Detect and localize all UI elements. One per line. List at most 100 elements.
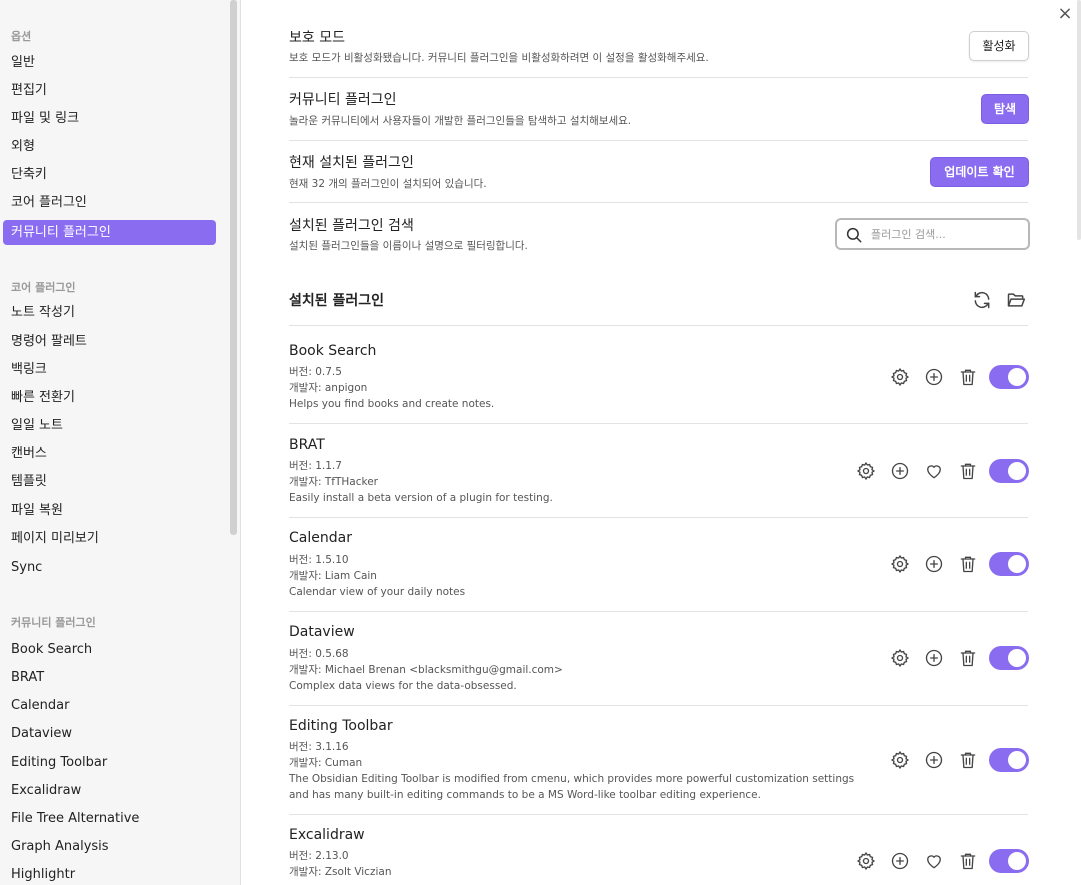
plugin-version: 버전: 1.1.7 (289, 460, 342, 472)
gear-icon[interactable] (890, 554, 910, 574)
plugin-row-brat: BRAT 버전: 1.1.7 개발자: TfTHacker Easily ins… (289, 437, 1028, 518)
plugin-enable-toggle[interactable] (989, 459, 1029, 483)
sidebar-item-command-palette[interactable]: 명령어 팔레트 (3, 329, 216, 354)
sidebar-item-core-plugins[interactable]: 코어 플러그인 (3, 190, 216, 215)
settings-sidebar: 옵션 일반 편집기 파일 및 링크 외형 단축키 코어 플러그인 커뮤니티 플러… (0, 0, 241, 885)
trash-icon[interactable] (958, 461, 978, 481)
sidebar-item-calendar[interactable]: Calendar (3, 693, 216, 718)
gear-icon[interactable] (856, 461, 876, 481)
setting-title: 보호 모드 (289, 30, 345, 46)
plugin-name: Excalidraw (289, 827, 365, 843)
gear-icon[interactable] (890, 367, 910, 387)
setting-title: 현재 설치된 플러그인 (289, 155, 414, 171)
plugin-name: Editing Toolbar (289, 718, 393, 734)
sidebar-item-file-recovery[interactable]: 파일 복원 (3, 498, 216, 523)
sidebar-item-quick-switcher[interactable]: 빠른 전환기 (3, 385, 216, 410)
trash-icon[interactable] (958, 851, 978, 871)
heart-icon[interactable] (924, 851, 944, 871)
sidebar-item-excalidraw[interactable]: Excalidraw (3, 778, 216, 803)
sidebar-item-canvas[interactable]: 캔버스 (3, 441, 216, 466)
browse-plugins-button[interactable]: 탐색 (981, 94, 1029, 124)
safe-mode-enable-button[interactable]: 활성화 (969, 31, 1029, 61)
sidebar-item-community-plugins[interactable]: 커뮤니티 플러그인 (3, 220, 216, 245)
add-hotkey-icon[interactable] (924, 750, 944, 770)
sidebar-item-graph-analysis[interactable]: Graph Analysis (3, 834, 216, 859)
add-hotkey-icon[interactable] (890, 461, 910, 481)
plugin-description: Helps you find books and create notes. (289, 398, 495, 410)
plugin-enable-toggle[interactable] (989, 552, 1029, 576)
plugin-enable-toggle[interactable] (989, 748, 1029, 772)
sidebar-item-templates[interactable]: 템플릿 (3, 469, 216, 494)
plugin-version: 버전: 0.5.68 (289, 648, 349, 660)
plugin-name: Calendar (289, 530, 352, 546)
folder-open-icon[interactable] (1006, 290, 1026, 310)
plugin-row-editing-toolbar: Editing Toolbar 버전: 3.1.16 개발자: Cuman Th… (289, 718, 1028, 815)
plugin-version: 버전: 1.5.10 (289, 554, 349, 566)
sidebar-item-file-tree-alternative[interactable]: File Tree Alternative (3, 806, 216, 831)
trash-icon[interactable] (958, 367, 978, 387)
add-hotkey-icon[interactable] (924, 648, 944, 668)
main-scrollbar[interactable] (1077, 0, 1081, 240)
plugin-author: 개발자: Zsolt Viczian (289, 866, 392, 878)
plugin-description-line-2: and has many built-in editing commands t… (289, 789, 761, 801)
sidebar-scrollbar[interactable] (230, 0, 237, 535)
trash-icon[interactable] (958, 554, 978, 574)
gear-icon[interactable] (890, 750, 910, 770)
setting-desc: 현재 32 개의 플러그인이 설치되어 있습니다. (289, 178, 487, 190)
plugin-author: 개발자: Liam Cain (289, 570, 377, 582)
refresh-icon[interactable] (972, 290, 992, 310)
installed-plugins-heading: 설치된 플러그인 (289, 293, 385, 309)
search-input[interactable] (871, 225, 1021, 243)
setting-title: 커뮤니티 플러그인 (289, 92, 397, 108)
gear-icon[interactable] (856, 851, 876, 871)
sidebar-item-general[interactable]: 일반 (3, 50, 216, 75)
plugin-search-box[interactable] (835, 218, 1030, 250)
plugin-description: Easily install a beta version of a plugi… (289, 492, 553, 504)
sidebar-item-brat[interactable]: BRAT (3, 665, 216, 690)
plugin-name: BRAT (289, 437, 325, 453)
plugin-version: 버전: 2.13.0 (289, 850, 349, 862)
plugin-author: 개발자: anpigon (289, 382, 368, 394)
sidebar-item-appearance[interactable]: 외형 (3, 134, 216, 159)
plugin-name: Dataview (289, 624, 355, 640)
plugin-name: Book Search (289, 343, 377, 359)
trash-icon[interactable] (958, 750, 978, 770)
sidebar-item-editor[interactable]: 편집기 (3, 78, 216, 103)
sidebar-item-dataview[interactable]: Dataview (3, 721, 216, 746)
plugin-author: 개발자: TfTHacker (289, 476, 378, 488)
setting-safe-mode: 보호 모드 보호 모드가 비활성화됐습니다. 커뮤니티 플러그인을 비활성화하려… (289, 24, 1028, 78)
close-icon[interactable]: × (1055, 4, 1075, 24)
check-updates-button[interactable]: 업데이트 확인 (930, 157, 1029, 187)
setting-desc: 설치된 플러그인들을 이름이나 설명으로 필터링합니다. (289, 240, 528, 252)
sidebar-item-highlightr[interactable]: Highlightr (3, 862, 216, 885)
plugin-enable-toggle[interactable] (989, 849, 1029, 873)
trash-icon[interactable] (958, 648, 978, 668)
sidebar-header-community-plugins: 커뮤니티 플러그인 (11, 616, 96, 629)
setting-desc: 보호 모드가 비활성화됐습니다. 커뮤니티 플러그인을 비활성화하려면 이 설정… (289, 52, 709, 64)
setting-desc: 놀라운 커뮤니티에서 사용자들이 개발한 플러그인들을 탐색하고 설치해보세요. (289, 115, 632, 127)
plugin-row-calendar: Calendar 버전: 1.5.10 개발자: Liam Cain Calen… (289, 530, 1028, 612)
plugin-enable-toggle[interactable] (989, 365, 1029, 389)
sidebar-item-editing-toolbar[interactable]: Editing Toolbar (3, 750, 216, 775)
gear-icon[interactable] (890, 648, 910, 668)
sidebar-item-daily-notes[interactable]: 일일 노트 (3, 413, 216, 438)
sidebar-header-options: 옵션 (11, 30, 32, 43)
section-divider (289, 325, 1028, 326)
plugin-description: Complex data views for the data-obsessed… (289, 680, 517, 692)
plugin-author: 개발자: Cuman (289, 757, 363, 769)
sidebar-item-hotkeys[interactable]: 단축키 (3, 162, 216, 187)
add-hotkey-icon[interactable] (890, 851, 910, 871)
add-hotkey-icon[interactable] (924, 367, 944, 387)
sidebar-item-backlinks[interactable]: 백링크 (3, 357, 216, 382)
sidebar-item-book-search[interactable]: Book Search (3, 637, 216, 662)
setting-title: 설치된 플러그인 검색 (289, 218, 414, 234)
sidebar-item-files-links[interactable]: 파일 및 링크 (3, 106, 216, 131)
sidebar-item-page-preview[interactable]: 페이지 미리보기 (3, 526, 216, 551)
sidebar-item-sync[interactable]: Sync (3, 555, 216, 580)
sidebar-item-note-composer[interactable]: 노트 작성기 (3, 300, 216, 325)
heart-icon[interactable] (924, 461, 944, 481)
setting-installed-plugins: 현재 설치된 플러그인 현재 32 개의 플러그인이 설치되어 있습니다. (289, 150, 1028, 203)
add-hotkey-icon[interactable] (924, 554, 944, 574)
plugin-version: 버전: 0.7.5 (289, 366, 342, 378)
plugin-enable-toggle[interactable] (989, 646, 1029, 670)
